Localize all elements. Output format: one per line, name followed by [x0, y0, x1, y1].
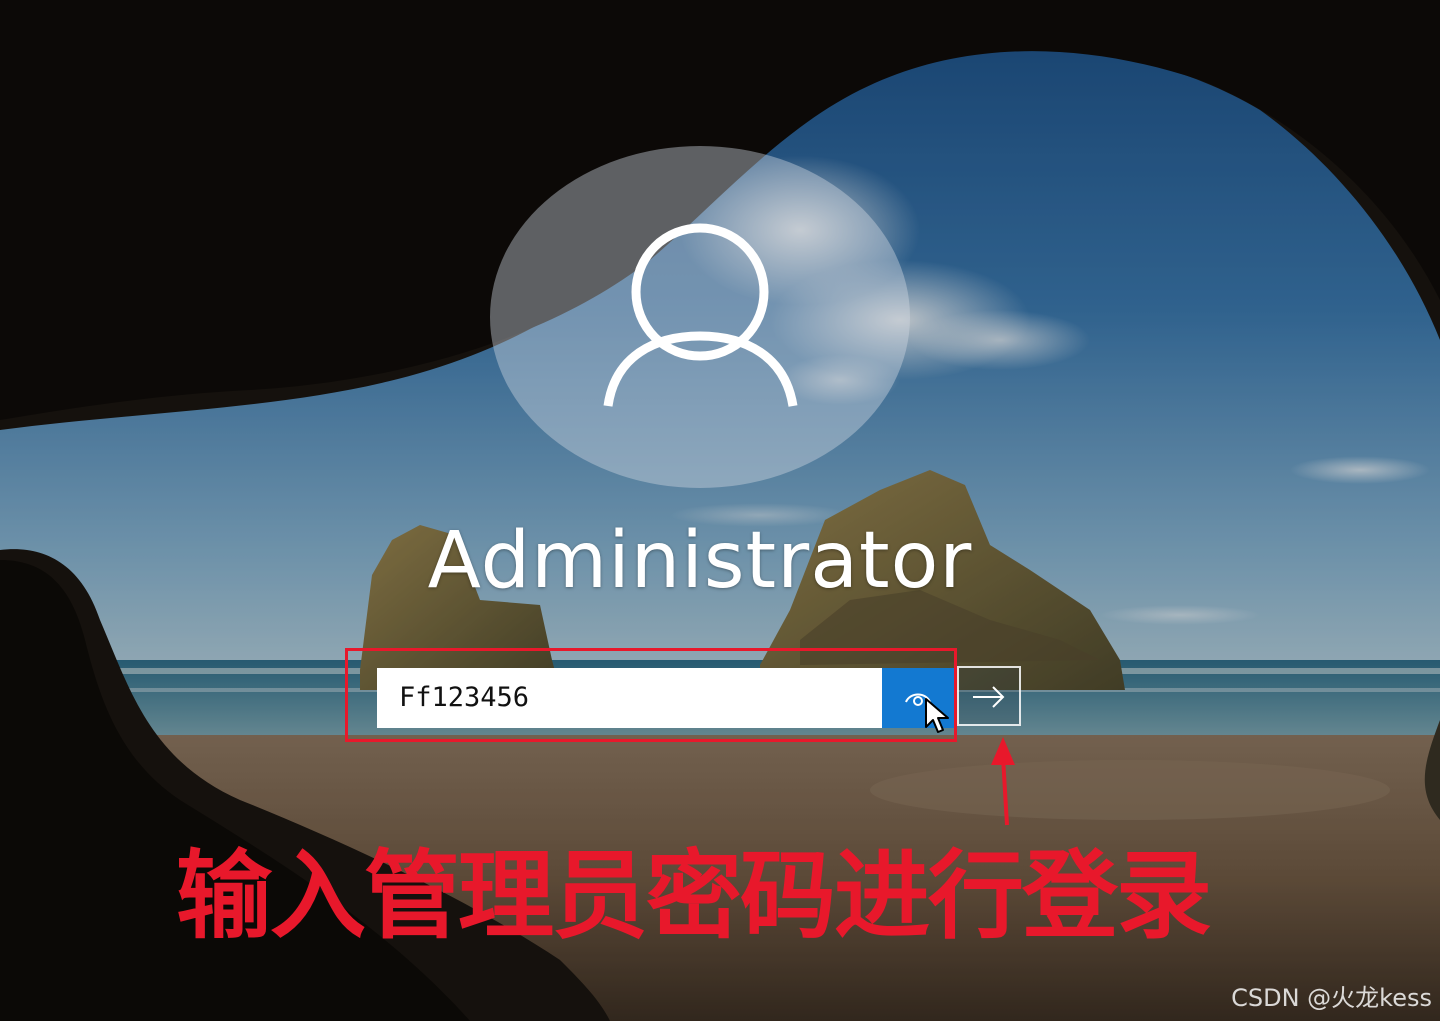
submit-button[interactable] [957, 666, 1021, 726]
account-name: Administrator [427, 516, 973, 606]
annotation-arrow-icon [991, 737, 1015, 826]
annotation-text: 输入管理员密码进行登录 [176, 840, 1212, 952]
watermark: CSDN @火龙kess [1231, 984, 1432, 1012]
annotation-highlight-box [345, 648, 957, 742]
user-avatar [490, 146, 910, 488]
user-icon [603, 223, 798, 407]
arrow-right-icon [973, 686, 1005, 708]
